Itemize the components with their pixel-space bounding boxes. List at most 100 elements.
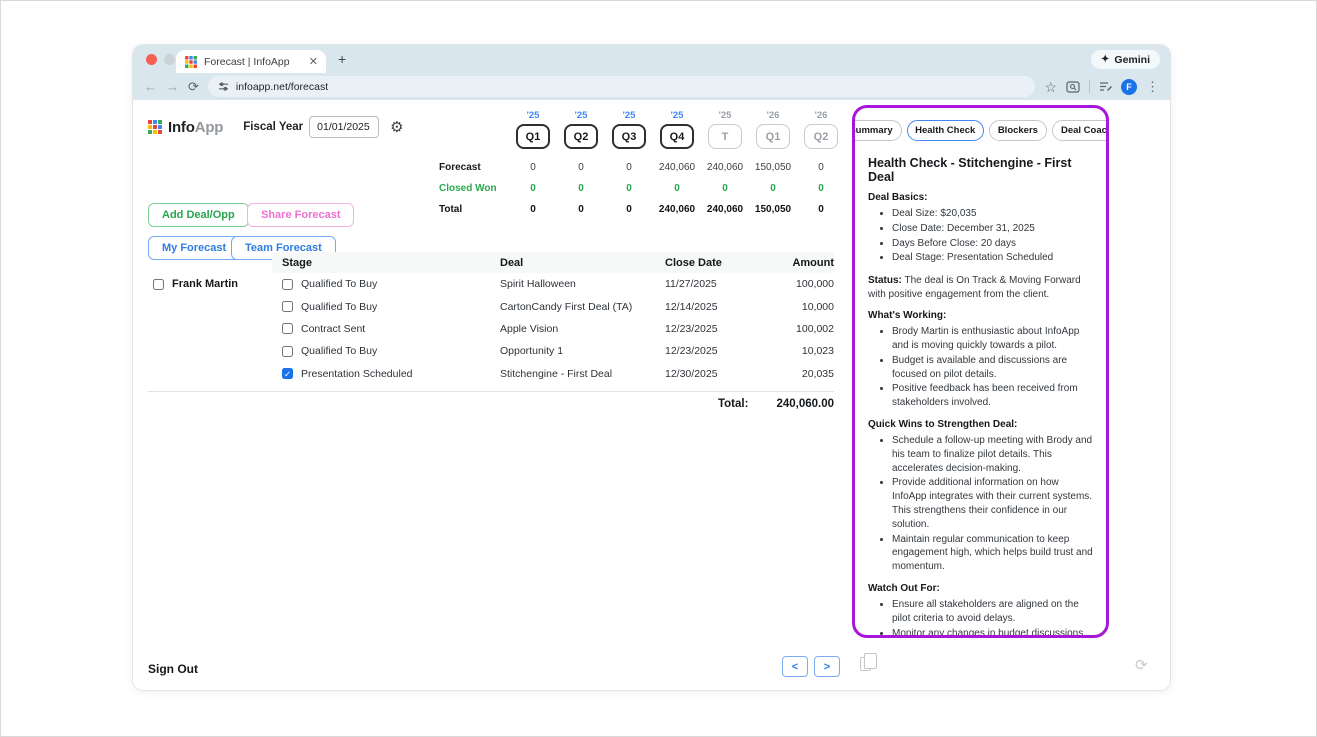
column-header-stage: Stage (272, 257, 490, 269)
summary-value: 0 (749, 178, 797, 199)
address-bar[interactable]: infoapp.net/forecast (208, 76, 1036, 97)
reload-icon[interactable]: ⟳ (188, 80, 199, 93)
amount-cell: 10,000 (756, 301, 834, 313)
panel-bullet: Positive feedback has been received from… (892, 382, 1094, 410)
stage-label: Presentation Scheduled (301, 368, 413, 380)
tab-health-check[interactable]: Health Check (907, 120, 984, 141)
close-date-cell: 11/27/2025 (655, 278, 756, 290)
summary-value: 0 (509, 199, 557, 220)
quarter-button-t[interactable]: T (708, 124, 742, 149)
infoapp-favicon-icon (185, 56, 197, 68)
deal-stage-cell: Qualified To Buy (272, 345, 490, 357)
stage-checkbox[interactable] (282, 301, 293, 312)
url-text: infoapp.net/forecast (236, 81, 328, 93)
quarter-year-label: '26 (767, 110, 780, 121)
tab-deal-coach[interactable]: Deal Coach (1052, 120, 1109, 141)
tab-search-icon[interactable] (1066, 81, 1080, 93)
tab-close-icon[interactable]: ✕ (309, 55, 318, 68)
side-panel-icon[interactable] (1099, 81, 1112, 93)
add-deal-button[interactable]: Add Deal/Opp (148, 203, 249, 227)
amount-cell: 20,035 (756, 368, 834, 380)
summary-value: 0 (605, 178, 653, 199)
share-forecast-button[interactable]: Share Forecast (247, 203, 354, 227)
panel-bullet: Brody Martin is enthusiastic about InfoA… (892, 325, 1094, 353)
panel-bullet: Budget is available and discussions are … (892, 354, 1094, 382)
deal-row[interactable]: ✓ Presentation Scheduled Stitchengine - Fi… (272, 363, 834, 385)
summary-value: 240,060 (653, 199, 701, 220)
new-tab-button[interactable]: + (338, 51, 346, 67)
quarter-button-q1[interactable]: Q1 (516, 124, 550, 149)
copy-icon[interactable] (860, 657, 871, 671)
deal-row[interactable]: Qualified To BuyCartonCandy First Deal (… (272, 295, 834, 317)
my-forecast-button[interactable]: My Forecast (148, 236, 240, 260)
total-label: Total: (718, 398, 748, 410)
stage-label: Contract Sent (301, 323, 365, 335)
gemini-button[interactable]: ✦ Gemini (1091, 50, 1160, 69)
amount-cell: 10,023 (756, 345, 834, 357)
quarter-button-q3[interactable]: Q3 (612, 124, 646, 149)
stage-label: Qualified To Buy (301, 345, 377, 357)
summary-value: 150,050 (749, 199, 797, 220)
deal-stage-cell: Contract Sent (272, 323, 490, 335)
deal-name-cell: Stitchengine - First Deal (490, 368, 655, 380)
quarter-summary-grid: '25Q1'25Q2'25Q3'25Q4'25T'26Q1'26Q2Foreca… (439, 110, 845, 220)
fiscal-year-input[interactable] (309, 116, 379, 138)
quarter-button-q2[interactable]: Q2 (804, 124, 838, 149)
panel-bullet: Schedule a follow-up meeting with Brody … (892, 434, 1094, 475)
stage-checkbox[interactable] (282, 346, 293, 357)
summary-value: 0 (605, 157, 653, 178)
stage-checkbox[interactable] (282, 279, 293, 290)
forward-icon[interactable]: → (166, 80, 179, 93)
back-icon[interactable]: ← (144, 80, 157, 93)
deal-row[interactable]: Contract SentApple Vision12/23/2025100,0… (272, 318, 834, 340)
profile-avatar[interactable]: F (1121, 79, 1137, 95)
deal-row[interactable]: Qualified To BuySpirit Halloween11/27/20… (272, 273, 834, 295)
summary-value: 150,050 (749, 157, 797, 178)
close-date-cell: 12/14/2025 (655, 301, 756, 313)
owner-checkbox[interactable] (153, 279, 164, 290)
deal-row[interactable]: Qualified To BuyOpportunity 112/23/20251… (272, 340, 834, 362)
next-page-button[interactable]: > (814, 656, 840, 677)
close-date-cell: 12/30/2025 (655, 368, 756, 380)
total-value: 240,060.00 (776, 398, 834, 410)
settings-gear-icon[interactable]: ⚙ (390, 118, 403, 136)
tab-summary[interactable]: Summary (852, 120, 902, 141)
column-header-close-date: Close Date (655, 257, 756, 269)
deal-name-cell: Apple Vision (490, 323, 655, 335)
minimize-window-button[interactable] (164, 54, 175, 65)
sparkle-icon: ✦ (1101, 54, 1109, 65)
sign-out-link[interactable]: Sign Out (148, 662, 198, 676)
summary-row-label: Forecast (439, 157, 509, 178)
tab-title: Forecast | InfoApp (204, 56, 303, 68)
summary-value: 0 (797, 199, 845, 220)
quarter-button-q2[interactable]: Q2 (564, 124, 598, 149)
summary-value: 240,060 (653, 157, 701, 178)
prev-page-button[interactable]: < (782, 656, 808, 677)
panel-bullet: Provide additional information on how In… (892, 476, 1094, 531)
close-window-button[interactable] (146, 54, 157, 65)
fiscal-year-label: Fiscal Year (243, 121, 303, 133)
app-logo-text: InfoApp (168, 119, 223, 136)
toolbar-divider (1089, 80, 1090, 93)
refresh-icon[interactable]: ⟳ (1135, 656, 1148, 674)
panel-section-heading: Watch Out For: (868, 583, 1094, 594)
quarter-year-label: '25 (575, 110, 588, 121)
browser-tab[interactable]: Forecast | InfoApp ✕ (176, 50, 326, 73)
quarter-column-header: '26Q1 (749, 110, 797, 157)
tab-blockers[interactable]: Blockers (989, 120, 1047, 141)
browser-tabstrip: Forecast | InfoApp ✕ + ✦ Gemini (133, 45, 1170, 73)
toolbar-actions: ☆ F ⋮ (1044, 79, 1159, 95)
stage-checkbox[interactable] (282, 323, 293, 334)
quarter-column-header: '25T (701, 110, 749, 157)
summary-value: 0 (509, 178, 557, 199)
panel-bullet-list: Brody Martin is enthusiastic about InfoA… (868, 325, 1094, 410)
quarter-button-q1[interactable]: Q1 (756, 124, 790, 149)
summary-value: 0 (557, 199, 605, 220)
stage-checkbox[interactable]: ✓ (282, 368, 293, 379)
deals-table-header: Stage Deal Close Date Amount (272, 252, 834, 273)
quarter-column-header: '26Q2 (797, 110, 845, 157)
browser-menu-icon[interactable]: ⋮ (1146, 80, 1159, 93)
table-divider (148, 391, 834, 392)
bookmark-star-icon[interactable]: ☆ (1044, 80, 1057, 94)
quarter-button-q4[interactable]: Q4 (660, 124, 694, 149)
